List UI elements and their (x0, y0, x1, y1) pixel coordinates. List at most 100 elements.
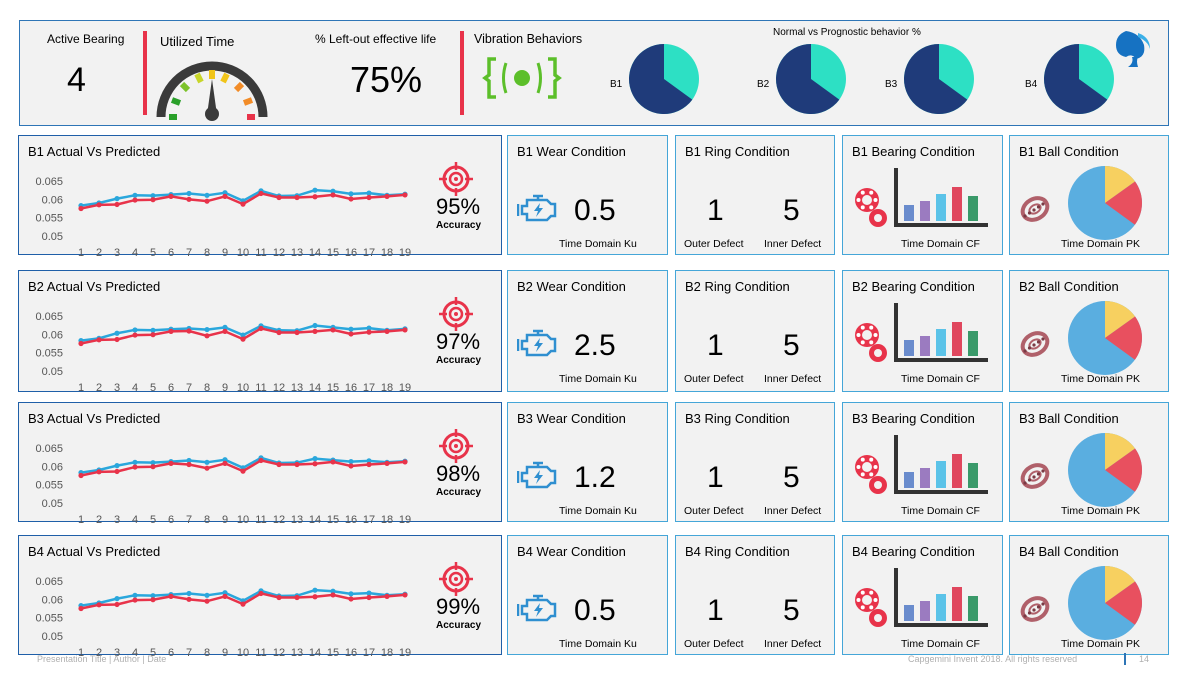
predicted-series-point (312, 194, 318, 200)
x-tick-label: 18 (381, 647, 393, 659)
y-tick-label: 0.05 (42, 366, 63, 378)
ball-condition-card: B2 Ball Condition Time Domain PK (1009, 270, 1169, 392)
bearing-condition-card: B1 Bearing Condition Time Domain CF (842, 135, 1003, 255)
x-tick-label: 11 (255, 247, 266, 259)
ball-condition-title: B3 Ball Condition (1019, 411, 1119, 426)
y-tick-label: 0.05 (42, 231, 63, 243)
ball-condition-pie (1068, 301, 1142, 375)
behavior-pie (1044, 44, 1114, 115)
accuracy-value: 99% (436, 594, 481, 619)
predicted-series-point (240, 601, 246, 607)
x-tick-label: 1 (78, 514, 84, 526)
footer-right: Capgemini Invent 2018. All rights reserv… (908, 654, 1078, 664)
predicted-series-point (186, 328, 192, 334)
actual-series-point (132, 327, 138, 333)
x-tick-label: 15 (327, 382, 339, 394)
y-tick-label: 0.065 (35, 176, 63, 188)
actual-series-point (114, 463, 120, 469)
bearing-condition-caption: Time Domain CF (901, 505, 980, 517)
y-tick-label: 0.06 (42, 194, 63, 206)
x-tick-label: 14 (309, 247, 321, 259)
predicted-series-point (96, 602, 102, 608)
ring-condition-title: B4 Ring Condition (685, 544, 790, 559)
x-tick-label: 11 (255, 382, 266, 394)
wear-condition-caption: Time Domain Ku (559, 373, 637, 385)
active-bearing-label: Active Bearing (47, 32, 125, 46)
x-tick-label: 15 (327, 247, 339, 259)
y-tick-label: 0.055 (35, 348, 63, 360)
ball-condition-title: B1 Ball Condition (1019, 144, 1119, 159)
accuracy-label: Accuracy (436, 487, 482, 498)
y-tick-label: 0.05 (42, 498, 63, 510)
predicted-series-point (258, 457, 264, 464)
x-tick-label: 14 (309, 647, 321, 659)
bearing-icon (855, 588, 887, 627)
outer-defect-label: Outer Defect (684, 238, 744, 250)
predicted-series-point (384, 328, 390, 334)
bearing-condition-card: B3 Bearing Condition Time Domain CF (842, 402, 1003, 522)
x-tick-label: 16 (345, 382, 357, 394)
predicted-series-point (222, 593, 228, 599)
inner-defect-label: Inner Defect (764, 373, 822, 385)
predicted-series-point (366, 594, 372, 601)
ball-bearing-icon (1020, 196, 1050, 222)
pie-label: B2 (757, 79, 770, 90)
actual-series-point (114, 196, 120, 202)
wear-condition-caption: Time Domain Ku (559, 505, 637, 517)
actual-vs-predicted-panel: B2 Actual Vs Predicted 0.065 0.06 0.055 0.05… (18, 270, 502, 394)
x-tick-label: 9 (222, 514, 228, 526)
ball-bearing-icon (1020, 596, 1050, 622)
x-tick-label: 6 (168, 382, 174, 394)
actual-series-point (114, 330, 120, 336)
bearing-condition-title: B4 Bearing Condition (852, 544, 975, 559)
accuracy-value: 95% (436, 194, 481, 219)
x-tick-label: 19 (399, 382, 411, 394)
outer-defect-value: 1 (707, 594, 724, 627)
x-tick-label: 7 (186, 247, 192, 259)
pie-label: B1 (610, 79, 623, 90)
predicted-series-point (330, 459, 336, 465)
bar-chart-icon (894, 303, 988, 362)
actual-vs-predicted-panel: B3 Actual Vs Predicted 0.065 0.06 0.055 0.05… (18, 402, 502, 526)
accuracy-value: 97% (436, 329, 481, 354)
wear-condition-title: B4 Wear Condition (517, 544, 626, 559)
ball-condition-pie (1068, 566, 1142, 640)
predicted-series-point (276, 594, 282, 601)
x-tick-label: 7 (186, 382, 192, 394)
x-tick-label: 13 (291, 382, 303, 394)
outer-defect-label: Outer Defect (684, 373, 744, 385)
x-tick-label: 1 (78, 382, 84, 394)
bearing-condition-caption: Time Domain CF (901, 238, 980, 250)
predicted-series-point (348, 463, 354, 469)
x-tick-label: 8 (204, 647, 210, 659)
predicted-series-point (384, 593, 390, 599)
actual-series-point (348, 591, 354, 597)
x-tick-label: 18 (381, 514, 393, 526)
ball-bearing-icon (1020, 331, 1050, 357)
x-tick-label: 9 (222, 382, 228, 394)
predicted-series-point (276, 194, 282, 201)
x-tick-label: 11 (255, 514, 266, 526)
chart-title: B4 Actual Vs Predicted (28, 544, 161, 559)
x-tick-label: 2 (96, 247, 102, 259)
x-tick-label: 11 (255, 647, 266, 659)
accuracy-label: Accuracy (436, 220, 482, 231)
actual-vs-predicted-panel: B1 Actual Vs Predicted 0.065 0.06 0.055 0.05… (18, 135, 502, 259)
y-tick-label: 0.065 (35, 576, 63, 588)
x-tick-label: 12 (273, 247, 285, 259)
x-tick-label: 17 (363, 514, 375, 526)
predicted-series-point (222, 193, 228, 199)
inner-defect-label: Inner Defect (764, 638, 822, 650)
y-tick-label: 0.055 (35, 480, 63, 492)
engine-icon (517, 594, 557, 622)
target-icon (439, 429, 473, 463)
predicted-series-point (132, 464, 138, 470)
behavior-pie (776, 44, 846, 115)
predicted-series-point (384, 193, 390, 199)
ball-condition-card: B1 Ball Condition Time Domain PK (1009, 135, 1169, 255)
accuracy-value: 98% (436, 461, 481, 486)
inner-defect-label: Inner Defect (764, 505, 822, 517)
bearing-condition-caption: Time Domain CF (901, 638, 980, 650)
predicted-series-point (366, 329, 372, 335)
wear-condition-card: B4 Wear Condition 0.5 Time Domain Ku (507, 535, 668, 655)
